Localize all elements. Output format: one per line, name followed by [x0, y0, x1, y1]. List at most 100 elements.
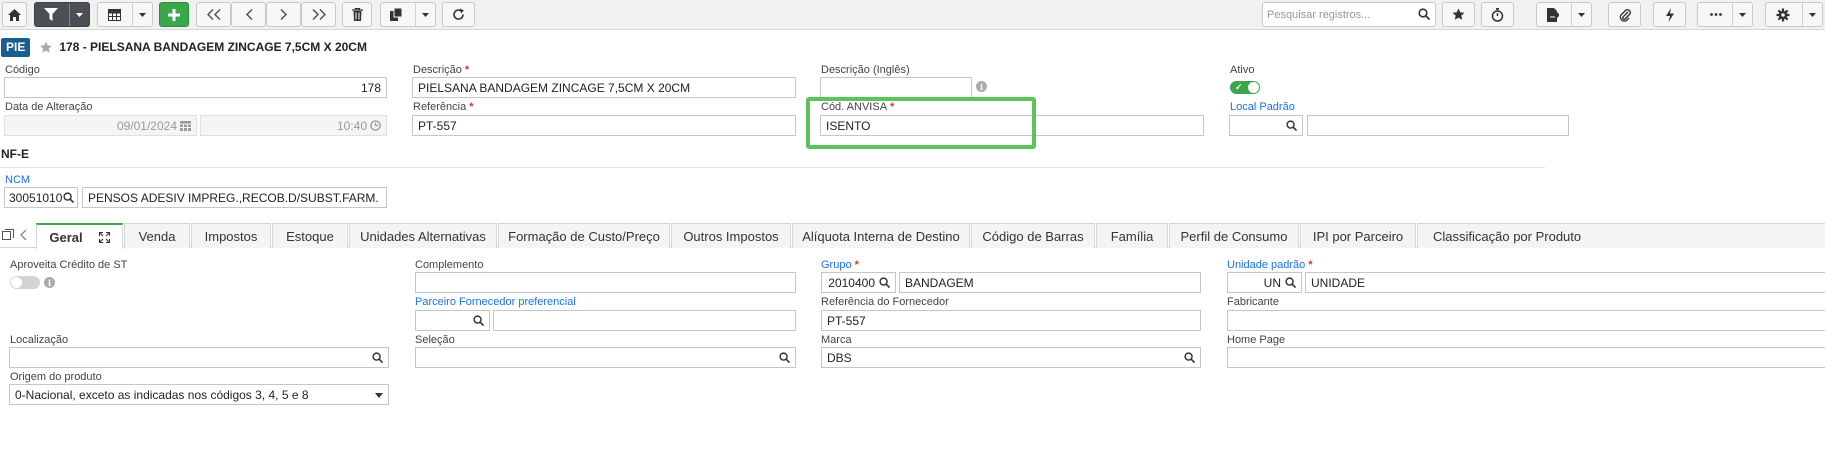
- parceiro-fornecedor-label[interactable]: Parceiro Fornecedor preferencial: [415, 296, 576, 308]
- tab-perfil-consumo[interactable]: Perfil de Consumo: [1169, 223, 1299, 248]
- search-icon[interactable]: [779, 352, 790, 363]
- tab-formacao-custo-preco[interactable]: Formação de Custo/Preço: [498, 223, 670, 248]
- settings-dropdown[interactable]: [1802, 3, 1822, 26]
- first-record-button[interactable]: [196, 2, 231, 27]
- unidade-padrao-label[interactable]: Unidade padrão *: [1227, 259, 1313, 271]
- duplicate-dropdown[interactable]: [415, 3, 435, 26]
- favorite-button[interactable]: [1442, 2, 1475, 27]
- previous-record-button[interactable]: [231, 2, 266, 27]
- filter-icon: [44, 8, 58, 21]
- unidade-padrao-description-field[interactable]: UNIDADE: [1305, 272, 1825, 293]
- attachments-button[interactable]: [1608, 2, 1641, 27]
- last-record-button[interactable]: [301, 2, 336, 27]
- tab-aliquota-interna-destino[interactable]: Alíquota Interna de Destino: [792, 223, 970, 248]
- home-button[interactable]: [2, 2, 27, 27]
- refresh-button[interactable]: [442, 2, 475, 27]
- tab-codigo-barras[interactable]: Código de Barras: [971, 223, 1095, 248]
- ncm-description-field[interactable]: PENSOS ADESIV IMPREG.,RECOB.D/SUBST.FARM…: [82, 187, 387, 208]
- section-divider: [0, 167, 1545, 168]
- refresh-icon: [453, 8, 464, 20]
- more-dropdown[interactable]: [1732, 3, 1752, 26]
- add-button[interactable]: [159, 2, 189, 27]
- settings-button[interactable]: [1765, 2, 1823, 27]
- descricao-ingles-label: Descrição (Inglês): [821, 64, 910, 76]
- export-button[interactable]: [1536, 2, 1592, 27]
- delete-button[interactable]: [342, 2, 372, 27]
- localizacao-field[interactable]: [9, 347, 389, 368]
- parceiro-fornecedor-description-field[interactable]: [493, 310, 796, 331]
- grupo-description-value: BANDAGEM: [905, 275, 974, 290]
- info-icon[interactable]: i: [44, 277, 55, 288]
- ativo-toggle[interactable]: ✓: [1230, 81, 1260, 94]
- tab-outros-impostos[interactable]: Outros Impostos: [671, 223, 791, 248]
- grupo-description-field[interactable]: BANDAGEM: [899, 272, 1201, 293]
- info-icon[interactable]: i: [976, 81, 987, 92]
- next-record-button[interactable]: [266, 2, 301, 27]
- actions-button[interactable]: [1653, 2, 1686, 27]
- duplicate-button[interactable]: [380, 2, 436, 27]
- tab-label: Venda: [138, 228, 176, 244]
- caret-down-icon: [139, 12, 146, 17]
- tab-classificacao-produto[interactable]: Classificação por Produto: [1417, 223, 1825, 248]
- search-icon[interactable]: [1184, 352, 1195, 363]
- marca-field[interactable]: DBS: [821, 347, 1201, 368]
- tab-impostos[interactable]: Impostos: [191, 223, 271, 248]
- tab-estoque[interactable]: Estoque: [272, 223, 348, 248]
- parceiro-fornecedor-code-field[interactable]: [415, 310, 490, 331]
- search-icon[interactable]: [1285, 277, 1296, 288]
- grid-icon: [108, 8, 121, 21]
- local-padrao-description-field[interactable]: [1307, 115, 1569, 136]
- search-icon[interactable]: [1418, 8, 1430, 20]
- grupo-code-field[interactable]: 2010400: [821, 272, 896, 293]
- cod-anvisa-field[interactable]: ISENTO: [820, 115, 1204, 136]
- search-icon[interactable]: [473, 315, 484, 326]
- grid-view-button[interactable]: [97, 2, 153, 27]
- filter-button[interactable]: [34, 2, 90, 27]
- export-dropdown[interactable]: [1571, 3, 1591, 26]
- selecao-field[interactable]: [415, 347, 796, 368]
- local-padrao-code-field[interactable]: [1229, 115, 1303, 136]
- stopwatch-icon: [1491, 7, 1504, 22]
- referencia-fornecedor-value: PT-557: [827, 313, 866, 328]
- search-input[interactable]: [1263, 3, 1411, 26]
- tab-familia[interactable]: Família: [1096, 223, 1168, 248]
- collapse-tabs-icon[interactable]: [2, 229, 14, 241]
- ncm-code-field[interactable]: 30051010: [4, 187, 78, 208]
- search-icon[interactable]: [372, 352, 383, 363]
- filter-dropdown[interactable]: [69, 3, 89, 26]
- referencia-field[interactable]: PT-557: [412, 115, 796, 136]
- grid-dropdown[interactable]: [132, 3, 152, 26]
- timer-button[interactable]: [1481, 2, 1514, 27]
- entity-badge[interactable]: PIE: [1, 37, 31, 57]
- more-options-button[interactable]: [1697, 2, 1753, 27]
- descricao-ingles-field[interactable]: [820, 77, 972, 98]
- tab-geral[interactable]: Geral: [36, 223, 123, 249]
- ncm-label[interactable]: NCM: [5, 174, 30, 186]
- search-icon[interactable]: [879, 277, 890, 288]
- double-chevron-left-icon: [206, 9, 221, 20]
- complemento-field[interactable]: [415, 272, 796, 293]
- descricao-field[interactable]: PIELSANA BANDAGEM ZINCAGE 7,5CM X 20CM: [412, 77, 796, 98]
- search-icon[interactable]: [63, 192, 74, 203]
- codigo-field[interactable]: 178: [4, 77, 387, 98]
- tab-venda[interactable]: Venda: [124, 223, 190, 248]
- expand-icon[interactable]: [98, 231, 110, 243]
- data-alteracao-time-field: 10:40: [200, 115, 387, 136]
- unidade-padrao-code-field[interactable]: UN: [1227, 272, 1302, 293]
- aproveita-credito-toggle[interactable]: [10, 276, 40, 289]
- chevron-left-icon[interactable]: [20, 229, 27, 241]
- fabricante-field[interactable]: [1227, 310, 1825, 331]
- origem-produto-value: 0-Nacional, exceto as indicadas nos códi…: [15, 387, 309, 402]
- localizacao-label: Localização: [10, 334, 69, 346]
- tab-label: Unidades Alternativas: [360, 228, 486, 244]
- tab-ipi-parceiro[interactable]: IPI por Parceiro: [1300, 223, 1416, 248]
- descricao-value: PIELSANA BANDAGEM ZINCAGE 7,5CM X 20CM: [418, 80, 691, 95]
- favorite-star-icon[interactable]: [39, 41, 53, 54]
- tab-unidades-alternativas[interactable]: Unidades Alternativas: [349, 223, 497, 248]
- search-icon[interactable]: [1286, 120, 1297, 131]
- origem-produto-select[interactable]: 0-Nacional, exceto as indicadas nos códi…: [9, 384, 389, 405]
- grupo-label[interactable]: Grupo *: [821, 259, 859, 271]
- referencia-fornecedor-field[interactable]: PT-557: [821, 310, 1201, 331]
- local-padrao-label[interactable]: Local Padrão: [1230, 101, 1295, 113]
- home-page-field[interactable]: [1227, 347, 1825, 368]
